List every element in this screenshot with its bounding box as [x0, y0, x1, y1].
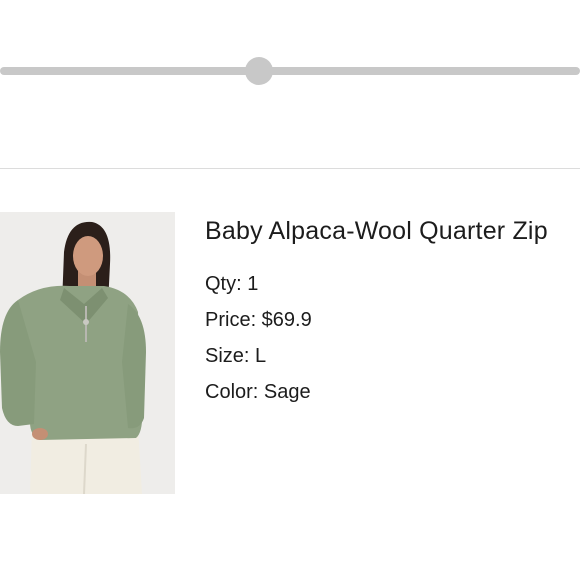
product-photo-icon: [0, 212, 175, 494]
slider-thumb[interactable]: [244, 57, 273, 85]
product-info: Baby Alpaca-Wool Quarter Zip Qty: 1 Pric…: [205, 212, 565, 410]
product-price: Price: $69.9: [205, 309, 312, 331]
product-color: Color: Sage: [205, 381, 311, 403]
slider-track[interactable]: [0, 67, 580, 75]
product-name: Baby Alpaca-Wool Quarter Zip: [205, 217, 548, 245]
section-divider: [0, 168, 580, 169]
product-image: [0, 212, 175, 494]
screen: Baby Alpaca-Wool Quarter Zip Qty: 1 Pric…: [0, 0, 580, 580]
progress-slider[interactable]: [0, 56, 580, 86]
product-qty: Qty: 1: [205, 273, 259, 295]
product-size: Size: L: [205, 345, 267, 367]
